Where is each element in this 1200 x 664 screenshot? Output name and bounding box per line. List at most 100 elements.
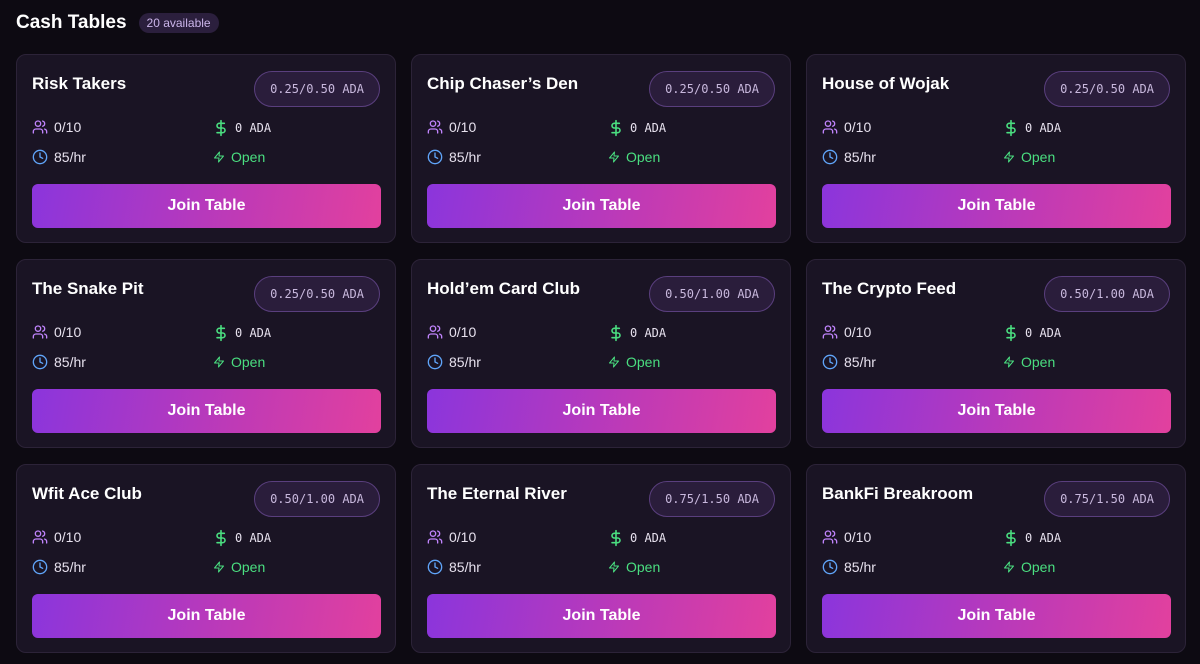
users-icon [427,119,443,135]
status-text: Open [231,149,266,165]
players-stat: 0/10 [32,529,81,545]
join-table-button[interactable]: Join Table [32,594,381,638]
dollar-icon [213,324,229,342]
table-card: House of Wojak 0.25/0.50 ADA 0/10 0 ADA … [806,54,1186,243]
table-name: BankFi Breakroom [822,484,974,503]
dollar-icon [1003,119,1019,137]
users-icon [822,119,838,135]
status-stat: Open [608,354,660,370]
players-count: 0/10 [449,119,477,135]
table-name: The Eternal River [427,484,567,503]
join-table-button[interactable]: Join Table [32,389,381,433]
status-stat: Open [1003,559,1055,575]
hands-per-hour: 85/hr [844,354,876,370]
rate-stat: 85/hr [822,354,876,370]
dollar-icon [608,119,624,137]
players-stat: 0/10 [822,119,871,135]
players-stat: 0/10 [822,529,871,545]
pot-stat: 0 ADA [1003,324,1061,342]
pot-value: 0 ADA [630,121,667,135]
table-name: Risk Takers [32,74,127,93]
cash-tables-page: Cash Tables 20 available Risk Takers 0.2… [0,0,1200,664]
available-count-badge: 20 available [138,13,219,33]
clock-icon [822,559,838,575]
rate-stat: 85/hr [822,559,876,575]
pot-stat: 0 ADA [213,119,271,137]
table-card: The Snake Pit 0.25/0.50 ADA 0/10 0 ADA 8… [16,259,396,448]
clock-icon [822,149,838,165]
table-card: BankFi Breakroom 0.75/1.50 ADA 0/10 0 AD… [806,464,1186,653]
players-stat: 0/10 [32,324,81,340]
lightning-icon [608,150,620,164]
table-card: Chip Chaser’s Den 0.25/0.50 ADA 0/10 0 A… [411,54,791,243]
rate-stat: 85/hr [32,559,86,575]
players-stat: 0/10 [427,119,476,135]
pot-value: 0 ADA [235,326,272,340]
join-table-button[interactable]: Join Table [427,389,776,433]
pot-stat: 0 ADA [608,324,666,342]
players-count: 0/10 [54,119,82,135]
dollar-icon [608,529,624,547]
lightning-icon [1003,150,1015,164]
players-stat: 0/10 [822,324,871,340]
players-count: 0/10 [844,119,872,135]
stakes-badge: 0.75/1.50 ADA [1044,481,1170,517]
hands-per-hour: 85/hr [844,149,876,165]
clock-icon [427,354,443,370]
table-card: Wfit Ace Club 0.50/1.00 ADA 0/10 0 ADA 8… [16,464,396,653]
rate-stat: 85/hr [32,149,86,165]
hands-per-hour: 85/hr [54,149,86,165]
status-text: Open [626,149,661,165]
lightning-icon [213,560,225,574]
join-table-button[interactable]: Join Table [822,594,1171,638]
clock-icon [427,149,443,165]
players-stat: 0/10 [427,529,476,545]
pot-stat: 0 ADA [1003,119,1061,137]
pot-value: 0 ADA [1025,121,1062,135]
table-card: Hold’em Card Club 0.50/1.00 ADA 0/10 0 A… [411,259,791,448]
users-icon [427,529,443,545]
section-header: Cash Tables 20 available [16,12,219,34]
section-title: Cash Tables [16,12,127,33]
rate-stat: 85/hr [822,149,876,165]
dollar-icon [213,119,229,137]
rate-stat: 85/hr [427,149,481,165]
stakes-badge: 0.50/1.00 ADA [1044,276,1170,312]
dollar-icon [213,529,229,547]
players-count: 0/10 [844,529,872,545]
dollar-icon [1003,529,1019,547]
lightning-icon [213,150,225,164]
status-stat: Open [213,149,265,165]
clock-icon [32,354,48,370]
join-table-button[interactable]: Join Table [822,184,1171,228]
users-icon [32,119,48,135]
hands-per-hour: 85/hr [54,354,86,370]
pot-value: 0 ADA [1025,326,1062,340]
stakes-badge: 0.25/0.50 ADA [254,276,380,312]
join-table-button[interactable]: Join Table [822,389,1171,433]
users-icon [427,324,443,340]
table-card: The Crypto Feed 0.50/1.00 ADA 0/10 0 ADA… [806,259,1186,448]
pot-stat: 0 ADA [1003,529,1061,547]
dollar-icon [608,324,624,342]
pot-value: 0 ADA [630,531,667,545]
status-text: Open [626,559,661,575]
status-stat: Open [213,354,265,370]
players-count: 0/10 [844,324,872,340]
pot-value: 0 ADA [1025,531,1062,545]
table-name: Chip Chaser’s Den [427,74,579,93]
table-name: Wfit Ace Club [32,484,142,503]
join-table-button[interactable]: Join Table [427,594,776,638]
stakes-badge: 0.25/0.50 ADA [649,71,775,107]
lightning-icon [1003,355,1015,369]
lightning-icon [608,355,620,369]
status-stat: Open [213,559,265,575]
status-text: Open [626,354,661,370]
table-name: House of Wojak [822,74,950,93]
join-table-button[interactable]: Join Table [32,184,381,228]
join-table-button[interactable]: Join Table [427,184,776,228]
status-text: Open [1021,559,1056,575]
rate-stat: 85/hr [427,354,481,370]
status-stat: Open [1003,354,1055,370]
players-stat: 0/10 [427,324,476,340]
